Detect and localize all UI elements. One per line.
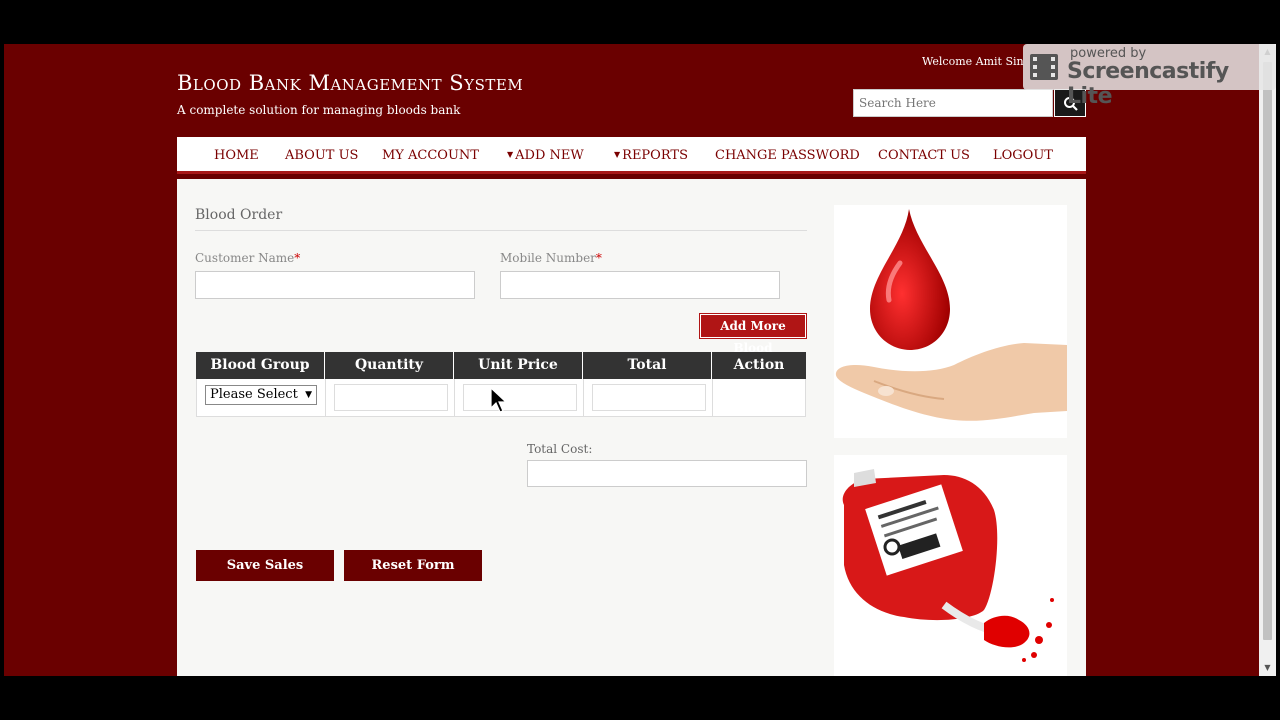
mouse-cursor <box>490 387 508 413</box>
header-quantity: Quantity <box>325 352 454 379</box>
header-unit-price: Unit Price <box>454 352 583 379</box>
caret-down-icon: ▼ <box>305 390 312 400</box>
vertical-scrollbar[interactable]: ▲ ▼ <box>1259 44 1276 676</box>
reset-form-button[interactable]: Reset Form <box>344 550 482 581</box>
mobile-number-label: Mobile Number* <box>500 251 602 265</box>
screencastify-brand: Screencastify Lite <box>1067 59 1229 109</box>
search-input[interactable] <box>853 89 1053 117</box>
scrollbar-thumb[interactable] <box>1263 62 1272 640</box>
header-blood-group: Blood Group <box>196 352 325 379</box>
add-more-blood-button[interactable]: Add More Blood <box>700 314 806 355</box>
save-sales-button[interactable]: Save Sales <box>196 550 334 581</box>
cell-divider <box>712 379 713 416</box>
total-input[interactable] <box>592 384 706 411</box>
total-cost-input[interactable] <box>527 460 807 487</box>
cell-divider <box>325 379 326 416</box>
main-nav: HOME ABOUT US MY ACCOUNT ▼ ADD NEW ▼ REPOR… <box>177 137 1086 174</box>
nav-logout[interactable]: LOGOUT <box>993 148 1053 163</box>
browser-viewport: Blood Bank Management System A complete … <box>4 44 1259 676</box>
blood-drop-image <box>834 205 1067 438</box>
scroll-down-icon[interactable]: ▼ <box>1259 660 1276 676</box>
nav-my-account[interactable]: MY ACCOUNT <box>382 148 479 163</box>
site-tagline: A complete solution for managing bloods … <box>177 103 461 117</box>
nav-add-new[interactable]: ▼ ADD NEW <box>507 148 584 163</box>
blood-group-select[interactable]: Please Select ▼ <box>205 385 317 405</box>
welcome-text: Welcome Amit Sin <box>922 55 1024 68</box>
section-title: Blood Order <box>195 207 283 223</box>
quantity-input[interactable] <box>334 384 448 411</box>
nav-reports[interactable]: ▼ REPORTS <box>614 148 688 163</box>
film-icon <box>1030 54 1058 80</box>
cell-divider <box>583 379 584 416</box>
nav-contact-us[interactable]: CONTACT US <box>878 148 970 163</box>
screencastify-watermark: powered by Screencastify Lite <box>1023 44 1276 109</box>
main-content: Blood Order Customer Name* Mobile Number… <box>177 179 1086 676</box>
header-total: Total <box>583 352 712 379</box>
cell-divider <box>454 379 455 416</box>
nav-home[interactable]: HOME <box>214 148 259 163</box>
customer-name-label: Customer Name* <box>195 251 301 265</box>
header-action: Action <box>712 352 806 379</box>
divider <box>195 230 807 231</box>
caret-down-icon: ▼ <box>614 149 621 159</box>
search-bar <box>853 89 1087 117</box>
caret-down-icon: ▼ <box>507 149 514 159</box>
site-title: Blood Bank Management System <box>177 71 524 95</box>
total-cost-label: Total Cost: <box>527 442 593 456</box>
customer-name-input[interactable] <box>195 271 475 299</box>
nav-change-password[interactable]: CHANGE PASSWORD <box>715 148 860 163</box>
nav-about-us[interactable]: ABOUT US <box>285 148 358 163</box>
unit-price-input[interactable] <box>463 384 577 411</box>
mobile-number-input[interactable] <box>500 271 780 299</box>
blood-bag-image <box>834 455 1067 676</box>
